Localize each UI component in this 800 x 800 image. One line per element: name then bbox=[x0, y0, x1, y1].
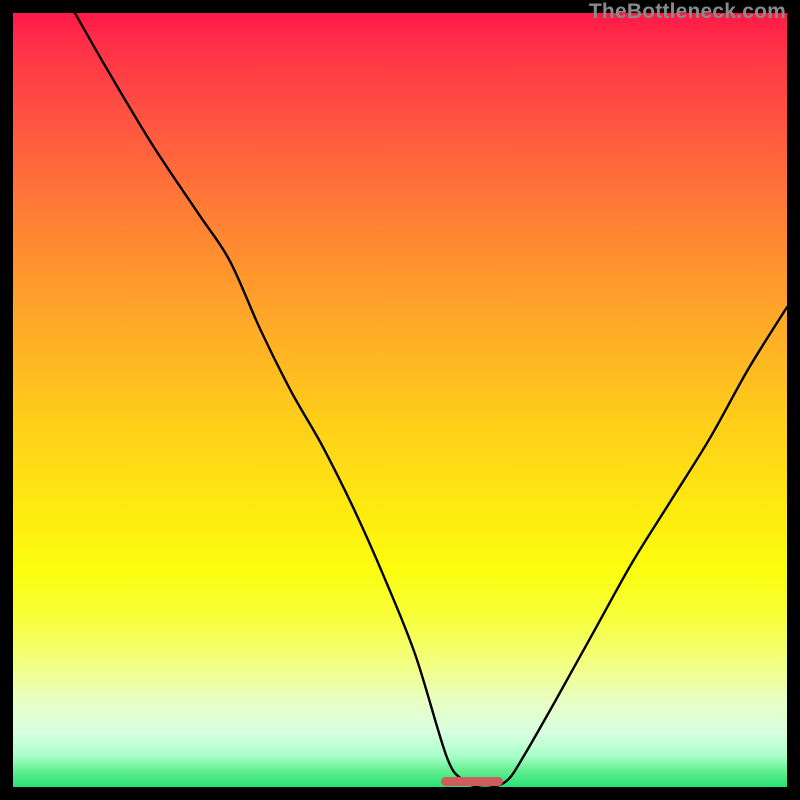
optimal-range-marker bbox=[441, 777, 503, 786]
chart-container: TheBottleneck.com bbox=[0, 0, 800, 800]
watermark-text: TheBottleneck.com bbox=[589, 0, 786, 24]
bottleneck-curve bbox=[13, 13, 787, 787]
plot-area bbox=[13, 13, 787, 787]
